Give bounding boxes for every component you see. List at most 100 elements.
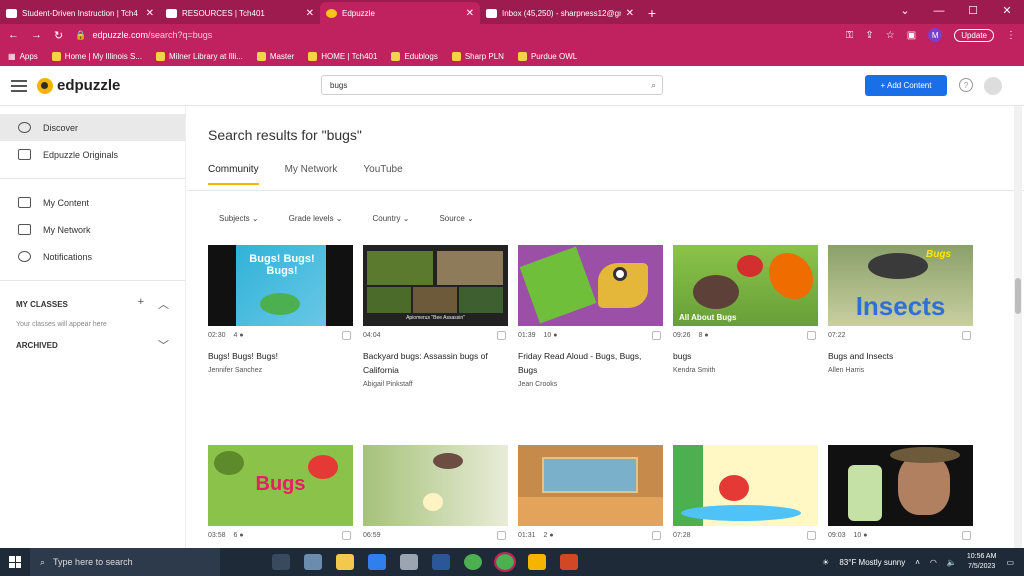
select-checkbox[interactable] — [342, 331, 351, 340]
powerpoint-icon[interactable] — [560, 554, 578, 570]
bookmark-item[interactable]: Milner Library at Illi... — [156, 51, 243, 61]
bookmark-apps[interactable]: ▦ Apps — [8, 52, 38, 61]
video-title[interactable]: Backyard bugs: Assassin bugs of Californ… — [363, 349, 508, 377]
video-card[interactable]: 01:31 2 ● — [518, 445, 663, 540]
select-checkbox[interactable] — [497, 531, 506, 540]
search-icon[interactable]: ⌕ — [651, 80, 656, 91]
file-explorer-icon[interactable] — [336, 554, 354, 570]
video-card[interactable]: Bugs! Bugs! Bugs! 02:30 4 ● Bugs! Bugs! … — [208, 245, 353, 374]
plus-icon[interactable]: + — [138, 296, 144, 312]
sidebar-item-edpuzzle-originals[interactable]: Edpuzzle Originals — [0, 141, 185, 168]
browser-tab[interactable]: Inbox (45,250) - sharpness12@gm ✕ — [480, 2, 640, 24]
new-tab-button[interactable]: + — [640, 2, 664, 24]
video-title[interactable]: Friday Read Aloud - Bugs, Bugs, Bugs — [518, 349, 663, 377]
tab-my-network[interactable]: My Network — [285, 164, 338, 185]
chevron-down-icon[interactable]: ﹀ — [158, 337, 169, 353]
share-icon[interactable]: ⇪ — [865, 30, 873, 41]
update-button[interactable]: Update — [954, 28, 994, 42]
select-checkbox[interactable] — [497, 331, 506, 340]
sidebar-item-my-content[interactable]: My Content — [0, 189, 185, 216]
video-card[interactable]: All About Bugs 09:26 8 ● bugs Kendra Smi… — [673, 245, 818, 374]
bookmark-item[interactable]: Home | My Illinois S... — [51, 51, 142, 61]
star-icon[interactable]: ☆ — [886, 30, 895, 41]
wifi-icon[interactable]: ◠ — [930, 558, 937, 567]
profile-avatar[interactable]: M — [928, 28, 943, 42]
volume-icon[interactable]: 🔈 — [947, 558, 957, 567]
select-checkbox[interactable] — [962, 531, 971, 540]
video-title[interactable]: Bugs! Bugs! Bugs! — [208, 349, 353, 363]
video-title[interactable]: bugs — [673, 349, 818, 363]
camera-icon[interactable] — [400, 554, 418, 570]
video-thumbnail[interactable]: Apiomerus "Bee Assassin" — [363, 245, 508, 326]
video-thumbnail[interactable] — [363, 445, 508, 526]
video-card[interactable]: 09:03 10 ● — [828, 445, 973, 540]
video-thumbnail[interactable]: Bugs! Bugs! Bugs! — [208, 245, 353, 326]
weather-text[interactable]: 83°F Mostly sunny — [839, 558, 905, 567]
maximize-icon[interactable]: ☐ — [956, 0, 990, 22]
video-title[interactable]: Bugs and Insects — [828, 349, 973, 363]
bookmark-item[interactable]: Purdue OWL — [517, 51, 577, 61]
search-input[interactable]: bugs ⌕ — [321, 75, 663, 95]
key-icon[interactable]: ⚿ — [846, 30, 854, 41]
word-icon[interactable] — [432, 554, 450, 570]
app-icon[interactable] — [528, 554, 546, 570]
video-thumbnail[interactable]: Bugs Insects — [828, 245, 973, 326]
user-avatar[interactable] — [984, 77, 1002, 95]
tab-community[interactable]: Community — [208, 164, 259, 185]
hamburger-menu-icon[interactable] — [11, 79, 27, 92]
video-card[interactable]: 01:39 10 ● Friday Read Aloud - Bugs, Bug… — [518, 245, 663, 388]
forward-icon[interactable]: → — [31, 29, 42, 41]
help-icon[interactable]: ? — [959, 78, 973, 92]
url-field[interactable]: 🔒 edpuzzle.com/search?q=bugs — [75, 30, 834, 41]
filter-subjects[interactable]: Subjects — [219, 214, 259, 223]
sidepanel-icon[interactable]: ▣ — [907, 30, 916, 41]
chevron-down-icon[interactable]: ⌄ — [888, 0, 922, 22]
app-icon[interactable] — [304, 554, 322, 570]
back-icon[interactable]: ← — [8, 29, 19, 41]
filter-source[interactable]: Source — [439, 214, 473, 223]
taskbar-search[interactable]: ⌕ Type here to search — [30, 548, 220, 576]
bookmark-item[interactable]: Edublogs — [391, 51, 438, 61]
video-thumbnail[interactable] — [518, 245, 663, 326]
video-card[interactable]: Bugs 03:58 6 ● — [208, 445, 353, 540]
browser-tab[interactable]: RESOURCES | Tch401 ✕ — [160, 2, 320, 24]
close-window-icon[interactable]: ✕ — [990, 0, 1024, 22]
mail-icon[interactable] — [368, 554, 386, 570]
filter-country[interactable]: Country — [372, 214, 409, 223]
select-checkbox[interactable] — [807, 531, 816, 540]
reload-icon[interactable]: ↻ — [54, 29, 63, 42]
chevron-up-icon[interactable]: ︿ — [158, 296, 169, 312]
scrollbar[interactable] — [1014, 106, 1022, 548]
close-icon[interactable]: ✕ — [146, 8, 154, 19]
tab-youtube[interactable]: YouTube — [363, 164, 402, 185]
menu-dots-icon[interactable]: ⋮ — [1006, 30, 1016, 41]
close-icon[interactable]: ✕ — [466, 8, 474, 19]
notification-icon[interactable]: ▭ — [1006, 558, 1014, 567]
video-card[interactable]: Bugs Insects 07:22 Bugs and Insects Alle… — [828, 245, 973, 374]
video-thumbnail[interactable] — [518, 445, 663, 526]
edpuzzle-logo[interactable]: edpuzzle — [37, 77, 120, 94]
video-thumbnail[interactable] — [673, 445, 818, 526]
start-button[interactable] — [0, 556, 30, 568]
scrollbar-thumb[interactable] — [1015, 278, 1021, 314]
clock[interactable]: 10:56 AM 7/5/2023 — [967, 552, 997, 572]
bookmark-item[interactable]: Master — [256, 51, 294, 61]
video-thumbnail[interactable]: Bugs — [208, 445, 353, 526]
add-content-button[interactable]: + Add Content — [865, 75, 947, 96]
bookmark-item[interactable]: HOME | Tch401 — [308, 51, 377, 61]
archived-header[interactable]: ARCHIVED ﹀ — [0, 332, 185, 358]
chrome-active-icon[interactable] — [494, 552, 516, 572]
select-checkbox[interactable] — [962, 331, 971, 340]
video-card[interactable]: Apiomerus "Bee Assassin" 04:04 Backyard … — [363, 245, 508, 388]
bookmark-item[interactable]: Sharp PLN — [451, 51, 504, 61]
browser-tab-active[interactable]: Edpuzzle ✕ — [320, 2, 480, 24]
sidebar-item-notifications[interactable]: Notifications — [0, 243, 185, 270]
select-checkbox[interactable] — [652, 331, 661, 340]
chrome-icon[interactable] — [464, 554, 482, 570]
chevron-up-icon[interactable]: ˄ — [915, 558, 920, 567]
sidebar-item-discover[interactable]: Discover — [0, 114, 185, 141]
close-icon[interactable]: ✕ — [626, 8, 634, 19]
browser-tab[interactable]: Student-Driven Instruction | Tch4 ✕ — [0, 2, 160, 24]
select-checkbox[interactable] — [652, 531, 661, 540]
video-card[interactable]: 07:28 — [673, 445, 818, 540]
